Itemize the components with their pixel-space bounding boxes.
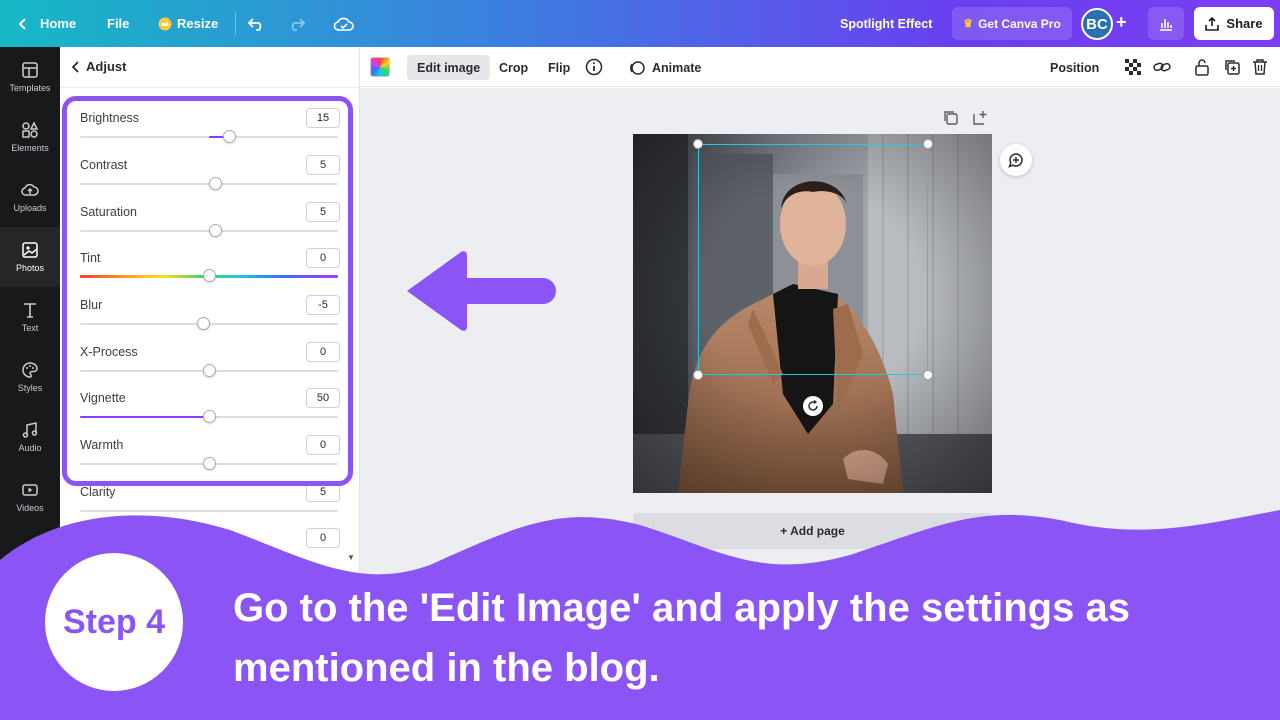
trash-icon[interactable]: [1250, 57, 1270, 77]
get-pro-button[interactable]: ♛ Get Canva Pro: [952, 7, 1072, 40]
resize-handle-bottom-left[interactable]: [693, 370, 703, 380]
cloud-save-status[interactable]: [333, 0, 355, 47]
instruction-text: Go to the 'Edit Image' and apply the set…: [233, 586, 1130, 690]
crop-button[interactable]: Crop: [489, 55, 538, 80]
text-icon: [24, 303, 36, 318]
home-label: Home: [40, 16, 77, 31]
audio-icon: [22, 422, 38, 438]
nav-uploads[interactable]: Uploads: [0, 167, 60, 227]
add-page-icon[interactable]: [972, 110, 988, 126]
nav-styles-label: Styles: [17, 383, 43, 393]
home-button[interactable]: Home: [18, 0, 76, 47]
toolbar-divider: [235, 12, 236, 35]
share-button[interactable]: Share: [1194, 7, 1274, 40]
resize-label: Resize: [177, 16, 219, 31]
undo-button[interactable]: [248, 0, 266, 47]
rotate-icon: [808, 400, 818, 411]
uploads-icon: [21, 183, 39, 196]
position-button[interactable]: Position: [1040, 55, 1109, 80]
nav-uploads-label: Uploads: [13, 203, 47, 213]
link-icon[interactable]: [1152, 57, 1172, 77]
selection-box: [698, 144, 928, 375]
upload-icon: [1205, 16, 1220, 31]
nav-templates-label: Templates: [9, 83, 51, 93]
nav-photos[interactable]: Photos: [0, 227, 60, 287]
photos-icon: [22, 242, 38, 258]
resize-handle-bottom-right[interactable]: [923, 370, 933, 380]
chevron-left-icon: [72, 60, 79, 73]
nav-text[interactable]: Text: [0, 287, 60, 347]
crown-icon: ♛: [963, 18, 974, 30]
resize-handle-top-right[interactable]: [923, 139, 933, 149]
pointer-arrow-icon: [407, 251, 556, 331]
back-button[interactable]: Adjust: [72, 59, 126, 74]
cloud-check-icon: [333, 17, 354, 31]
nav-text-label: Text: [21, 323, 39, 333]
panel-title: Adjust: [86, 59, 127, 74]
animate-button[interactable]: Animate: [618, 55, 711, 80]
share-label: Share: [1226, 16, 1263, 31]
nav-photos-label: Photos: [15, 263, 45, 273]
transparency-icon[interactable]: [1123, 57, 1143, 77]
elements-icon: [22, 121, 39, 138]
animate-label: Animate: [652, 60, 702, 75]
templates-icon: [22, 62, 38, 78]
redo-button[interactable]: [287, 0, 305, 47]
top-bar: Home File Resize Spotlight Effect ♛ Get …: [0, 0, 1280, 47]
clarity-label: Clarity: [80, 485, 116, 499]
adjustments-highlight-frame: [62, 96, 353, 486]
duplicate-icon[interactable]: [1222, 57, 1242, 77]
copy-page-icon[interactable]: [943, 110, 959, 126]
nav-elements[interactable]: Elements: [0, 107, 60, 167]
bar-chart-icon: [1160, 18, 1172, 31]
info-icon[interactable]: [584, 57, 604, 77]
styles-icon: [22, 362, 38, 378]
flip-button[interactable]: Flip: [538, 55, 580, 80]
nav-styles[interactable]: Styles: [0, 347, 60, 407]
add-collaborator-icon[interactable]: +: [1116, 12, 1127, 33]
document-title[interactable]: Spotlight Effect: [840, 0, 932, 47]
undo-icon: [248, 17, 262, 31]
file-menu[interactable]: File: [107, 0, 129, 47]
get-pro-label: Get Canva Pro: [978, 16, 1061, 31]
chevron-left-icon: [18, 17, 26, 30]
color-swatch[interactable]: [370, 57, 390, 77]
insights-button[interactable]: [1148, 7, 1184, 40]
file-label: File: [107, 16, 130, 31]
nav-templates[interactable]: Templates: [0, 47, 60, 107]
comment-button[interactable]: [1000, 144, 1032, 176]
lock-icon[interactable]: [1192, 57, 1212, 77]
rotate-handle[interactable]: [803, 396, 823, 416]
step-badge: Step 4: [45, 553, 183, 691]
redo-icon: [291, 17, 305, 31]
resize-handle-top-left[interactable]: [693, 139, 703, 149]
videos-icon: [22, 484, 38, 496]
resize-button[interactable]: Resize: [158, 0, 218, 47]
context-toolbar: Edit image Crop Flip Animate Position: [360, 47, 1280, 87]
nav-elements-label: Elements: [11, 143, 49, 153]
edit-image-button[interactable]: Edit image: [407, 55, 491, 80]
panel-divider: [60, 87, 360, 88]
add-comment-icon: [1008, 153, 1023, 168]
nav-audio-label: Audio: [18, 443, 42, 453]
animate-icon: [630, 60, 645, 75]
nav-audio[interactable]: Audio: [0, 407, 60, 467]
crown-badge-icon: [158, 17, 172, 30]
avatar[interactable]: BC: [1081, 8, 1113, 40]
